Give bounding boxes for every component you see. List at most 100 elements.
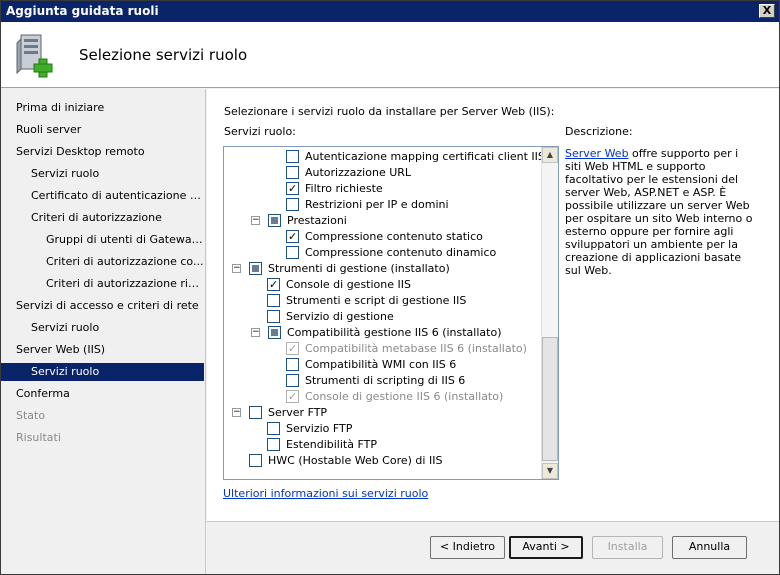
main-content: Selezionare i servizi ruolo da installar… (207, 89, 779, 521)
nav-step-criteri-autorizzazione-connessioni[interactable]: Criteri di autorizzazione co... (1, 253, 204, 271)
install-button: Installa (592, 536, 663, 559)
back-button[interactable]: < Indietro (430, 536, 505, 559)
tree-item[interactable]: Servizio di gestione (267, 308, 394, 324)
tree-item[interactable]: Compressione contenuto dinamico (286, 244, 496, 260)
checkbox[interactable] (286, 165, 299, 179)
nav-step-criteri-autorizzazione[interactable]: Criteri di autorizzazione (1, 209, 204, 227)
close-button[interactable]: X (759, 4, 775, 18)
checkbox[interactable] (267, 309, 280, 323)
services-label: Servizi ruolo: (224, 125, 296, 138)
server-web-link[interactable]: Server Web (565, 147, 629, 160)
instruction-text: Selezionare i servizi ruolo da installar… (224, 105, 555, 118)
tree-item[interactable]: Console di gestione IIS (267, 276, 411, 292)
collapse-icon[interactable]: − (232, 407, 241, 417)
description-text: offre supporto per i siti Web HTML e sup… (565, 147, 753, 277)
nav-step-stato: Stato (16, 409, 46, 422)
checkbox[interactable] (286, 373, 299, 387)
checkbox[interactable] (249, 261, 262, 275)
nav-step-servizi-accesso-criteri-rete[interactable]: Servizi di accesso e criteri di rete (1, 297, 204, 315)
tree-item[interactable]: − Compatibilità gestione IIS 6 (installa… (251, 324, 502, 340)
checkbox[interactable] (286, 149, 299, 163)
nav-step-servizi-ruolo-rds[interactable]: Servizi ruolo (1, 165, 204, 183)
tree-item-label: Autorizzazione URL (305, 165, 412, 179)
scrollbar-thumb[interactable] (542, 337, 558, 461)
tree-item[interactable]: − Prestazioni (251, 212, 347, 228)
tree-item-label: Compatibilità gestione IIS 6 (installato… (287, 325, 502, 339)
tree-item[interactable]: Strumenti di scripting di IIS 6 (286, 372, 465, 388)
nav-step-prima-di-iniziare[interactable]: Prima di iniziare (1, 99, 204, 117)
checkbox[interactable] (286, 197, 299, 211)
nav-step-server-web-iis[interactable]: Server Web (IIS) (1, 341, 204, 359)
tree-item[interactable]: HWC (Hostable Web Core) di IIS (249, 452, 442, 468)
tree-item-label: Console di gestione IIS 6 (installato) (305, 389, 504, 403)
collapse-icon[interactable]: − (251, 327, 260, 337)
tree-item[interactable]: Autorizzazione URL (286, 164, 411, 180)
tree-item-label: Filtro richieste (305, 181, 383, 195)
window-title: Aggiunta guidata ruoli (6, 4, 159, 18)
role-services-tree[interactable]: Autenticazione mapping certificati clien… (223, 146, 559, 480)
tree-item-label: Estendibilità FTP (286, 437, 377, 451)
tree-item-label: Compressione contenuto statico (305, 229, 483, 243)
checkbox[interactable] (286, 357, 299, 371)
checkbox[interactable] (249, 405, 262, 419)
tree-item[interactable]: Servizio FTP (267, 420, 352, 436)
tree-item-label: HWC (Hostable Web Core) di IIS (268, 453, 443, 467)
tree-scrollbar[interactable]: ▲ ▼ (541, 147, 558, 479)
checkbox[interactable] (286, 229, 299, 243)
tree-item-label: Servizio di gestione (286, 309, 394, 323)
checkbox[interactable] (267, 293, 280, 307)
title-bar: Aggiunta guidata ruoli X (1, 1, 779, 22)
wizard-header: Selezione servizi ruolo (1, 22, 779, 88)
nav-step-servizi-ruolo-iis[interactable]: Servizi ruolo (1, 363, 204, 381)
tree-item[interactable]: Compressione contenuto statico (286, 228, 483, 244)
next-button[interactable]: Avanti > (509, 536, 583, 559)
checkbox[interactable] (267, 437, 280, 451)
nav-step-certificato-autenticazione[interactable]: Certificato di autenticazione s... (1, 187, 204, 205)
more-info-link[interactable]: Ulteriori informazioni sui servizi ruolo (223, 487, 428, 500)
scroll-up-icon[interactable]: ▲ (542, 147, 558, 163)
checkbox[interactable] (268, 325, 281, 339)
tree-item-label: Restrizioni per IP e domini (305, 197, 449, 211)
wizard-window: Aggiunta guidata ruoli X Selezione servi… (0, 0, 780, 575)
nav-step-gruppi-utenti-gateway[interactable]: Gruppi di utenti di Gateway... (1, 231, 204, 249)
tree-item[interactable]: − Strumenti di gestione (installato) (232, 260, 450, 276)
tree-item[interactable]: Compatibilità WMI con IIS 6 (286, 356, 456, 372)
checkbox[interactable] (267, 421, 280, 435)
tree-item[interactable]: Autenticazione mapping certificati clien… (286, 148, 545, 164)
tree-item[interactable]: Restrizioni per IP e domini (286, 196, 449, 212)
checkbox[interactable] (267, 277, 280, 291)
nav-step-risultati: Risultati (16, 431, 61, 444)
nav-step-ruoli-server[interactable]: Ruoli server (1, 121, 204, 139)
collapse-icon[interactable]: − (251, 215, 260, 225)
checkbox[interactable] (286, 245, 299, 259)
nav-step-servizi-desktop-remoto[interactable]: Servizi Desktop remoto (1, 143, 204, 161)
tree-item[interactable]: Filtro richieste (286, 180, 383, 196)
checkbox[interactable] (268, 213, 281, 227)
collapse-icon[interactable]: − (232, 263, 241, 273)
tree-item: Console di gestione IIS 6 (installato) (286, 388, 503, 404)
tree-item-label: Compatibilità metabase IIS 6 (installato… (305, 341, 527, 355)
description-body: Server Web offre supporto per i siti Web… (565, 147, 755, 277)
tree-item[interactable]: − Server FTP (232, 404, 327, 420)
nav-step-conferma[interactable]: Conferma (1, 385, 204, 403)
tree-item-label: Compatibilità WMI con IIS 6 (305, 357, 457, 371)
nav-step-criteri-autorizzazione-risorse[interactable]: Criteri di autorizzazione ris... (1, 275, 204, 293)
tree-item-label: Servizio FTP (286, 421, 353, 435)
cancel-button[interactable]: Annulla (672, 536, 747, 559)
footer-divider (207, 521, 779, 522)
tree-item[interactable]: Estendibilità FTP (267, 436, 377, 452)
checkbox[interactable] (286, 181, 299, 195)
checkbox (286, 389, 299, 403)
wizard-steps-nav: Prima di iniziare Ruoli server Servizi D… (1, 89, 206, 574)
scroll-down-icon[interactable]: ▼ (542, 463, 558, 479)
tree-item-label: Strumenti di gestione (installato) (268, 261, 450, 275)
tree-item-label: Strumenti e script di gestione IIS (286, 293, 467, 307)
tree-item-label: Server FTP (268, 405, 328, 419)
checkbox (286, 341, 299, 355)
tree-item-label: Console di gestione IIS (286, 277, 411, 291)
tree-item[interactable]: Strumenti e script di gestione IIS (267, 292, 466, 308)
checkbox[interactable] (249, 453, 262, 467)
tree-item-label: Compressione contenuto dinamico (305, 245, 497, 259)
nav-step-servizi-ruolo-nps[interactable]: Servizi ruolo (1, 319, 204, 337)
tree-item-label: Strumenti di scripting di IIS 6 (305, 373, 466, 387)
